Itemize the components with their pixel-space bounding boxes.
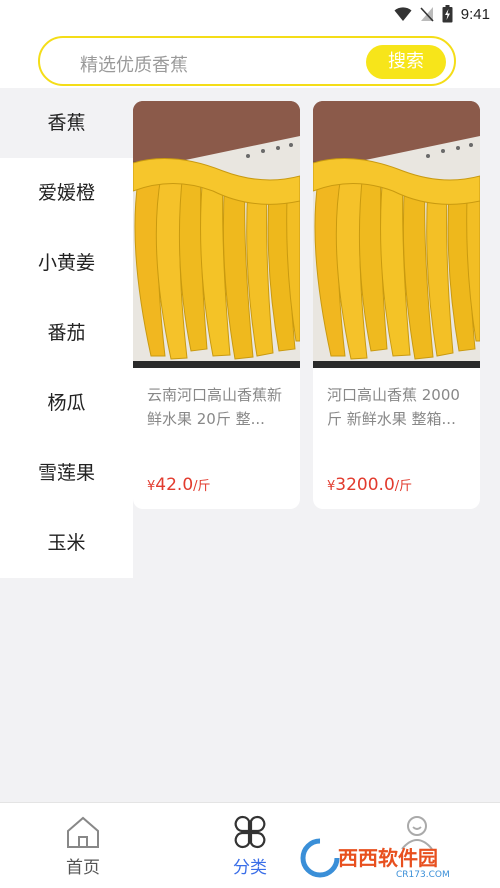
search-input[interactable]: 精选优质香蕉 (80, 51, 188, 77)
home-icon (67, 816, 99, 848)
product-title: 河口高山香蕉 2000斤 新鲜水果 整箱... (327, 386, 460, 428)
sidebar-item-ginger[interactable]: 小黄姜 (0, 228, 133, 298)
wifi-icon (394, 7, 412, 21)
price-value: 3200.0 (335, 475, 395, 495)
watermark-text: 西西软件园 (338, 846, 438, 870)
no-signal-icon (420, 7, 434, 22)
search-button[interactable]: 搜索 (366, 45, 446, 79)
product-card[interactable]: 河口高山香蕉 2000斤 新鲜水果 整箱... ¥3200.0/斤 (313, 101, 480, 509)
price-value: 42.0 (155, 475, 194, 495)
product-image (313, 101, 480, 368)
product-price: ¥3200.0/斤 (327, 475, 412, 495)
category-icon (234, 815, 266, 849)
category-sidebar: 香蕉 爱媛橙 小黄姜 番茄 杨瓜 雪莲果 玉米 (0, 88, 133, 578)
status-icons: 9:41 (394, 5, 490, 23)
status-bar: 9:41 (0, 0, 500, 30)
tab-home-label: 首页 (66, 858, 100, 878)
tab-home[interactable]: 首页 (0, 803, 166, 888)
product-image (133, 101, 300, 368)
price-unit: /斤 (394, 479, 413, 494)
sidebar-item-tomato[interactable]: 番茄 (0, 298, 133, 368)
sidebar-item-melon[interactable]: 杨瓜 (0, 368, 133, 438)
status-time: 9:41 (460, 5, 490, 23)
sidebar-item-ehime-orange[interactable]: 爱媛橙 (0, 158, 133, 228)
battery-icon (442, 5, 453, 23)
search-box[interactable]: 精选优质香蕉 搜索 (38, 36, 456, 86)
sidebar-item-banana[interactable]: 香蕉 (0, 88, 133, 158)
watermark-subtext: CR173.COM (396, 870, 450, 880)
price-unit: /斤 (193, 479, 211, 494)
header: 精选优质香蕉 搜索 (0, 30, 500, 88)
product-title: 云南河口高山香蕉新鲜水果 20斤 整... (147, 386, 283, 428)
product-card[interactable]: 云南河口高山香蕉新鲜水果 20斤 整... ¥42.0/斤 (133, 101, 300, 509)
sidebar-item-yacon[interactable]: 雪莲果 (0, 438, 133, 508)
sidebar-item-corn[interactable]: 玉米 (0, 508, 133, 578)
watermark-logo: 西西软件园 CR173.COM (300, 838, 450, 880)
product-price: ¥42.0/斤 (147, 475, 211, 495)
